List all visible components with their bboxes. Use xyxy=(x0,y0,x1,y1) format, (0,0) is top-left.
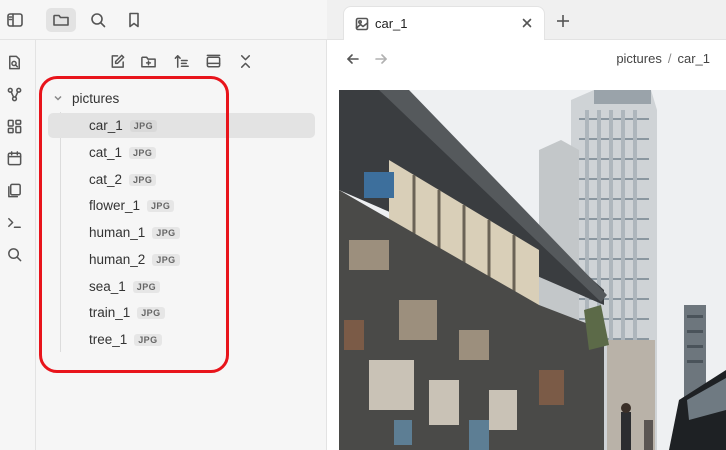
search-icon[interactable] xyxy=(83,8,113,32)
chevron-down-icon xyxy=(52,92,66,104)
file-ext-badge: JPG xyxy=(134,333,162,346)
file-name: cat_1 xyxy=(89,145,123,160)
tab-title: car_1 xyxy=(375,16,408,31)
image-icon xyxy=(355,17,369,31)
file-item-flower-1[interactable]: flower_1 JPG xyxy=(48,193,315,218)
sidebar-toggle-icon[interactable] xyxy=(0,8,30,32)
file-ext-badge: JPG xyxy=(147,199,175,212)
canvas-icon[interactable] xyxy=(4,116,24,136)
file-name: sea_1 xyxy=(89,279,126,294)
graph-view-icon[interactable] xyxy=(4,84,24,104)
command-palette-icon[interactable] xyxy=(4,212,24,232)
tab-bar: car_1 xyxy=(327,0,726,40)
file-ext-badge: JPG xyxy=(137,306,165,319)
file-item-tree-1[interactable]: tree_1 JPG xyxy=(48,327,315,352)
file-item-sea-1[interactable]: sea_1 JPG xyxy=(48,274,315,299)
new-note-icon[interactable] xyxy=(106,50,128,72)
file-ext-badge: JPG xyxy=(152,226,180,239)
file-ext-badge: JPG xyxy=(129,146,157,159)
back-arrow-icon[interactable] xyxy=(344,50,362,68)
forward-arrow-icon[interactable] xyxy=(372,50,390,68)
file-name: flower_1 xyxy=(89,198,141,213)
folder-label: pictures xyxy=(72,90,120,106)
breadcrumb-file: car_1 xyxy=(677,51,710,66)
close-icon[interactable] xyxy=(520,16,534,30)
folder-pictures[interactable]: pictures xyxy=(52,88,119,108)
collapse-all-icon[interactable] xyxy=(202,50,224,72)
ribbon xyxy=(0,40,36,450)
file-item-car-1[interactable]: car_1 JPG xyxy=(48,113,315,138)
breadcrumb-separator: / xyxy=(667,51,672,66)
file-explorer-toolbar xyxy=(36,50,327,72)
left-top-bar xyxy=(0,0,327,40)
file-item-human-1[interactable]: human_1 JPG xyxy=(48,220,315,245)
street-photo xyxy=(339,90,726,450)
file-item-cat-2[interactable]: cat_2 JPG xyxy=(48,167,315,192)
bookmark-icon[interactable] xyxy=(119,8,149,32)
file-ext-badge: JPG xyxy=(132,280,161,293)
folder-icon[interactable] xyxy=(46,8,76,32)
file-ext-badge: JPG xyxy=(129,119,157,132)
sort-icon[interactable] xyxy=(170,50,192,72)
file-name: train_1 xyxy=(89,305,131,320)
file-ext-badge: JPG xyxy=(129,173,157,186)
breadcrumb-folder[interactable]: pictures xyxy=(616,51,662,66)
file-name: cat_2 xyxy=(89,172,123,187)
file-name: car_1 xyxy=(89,118,123,133)
file-name: human_2 xyxy=(89,252,146,267)
daily-note-icon[interactable] xyxy=(4,148,24,168)
breadcrumb: pictures / car_1 xyxy=(616,51,710,66)
file-ext-badge: JPG xyxy=(152,253,180,266)
file-item-cat-1[interactable]: cat_1 JPG xyxy=(48,140,315,165)
image-preview xyxy=(339,90,726,450)
open-quick-switcher-icon[interactable] xyxy=(4,52,24,72)
close-chevrons-icon[interactable] xyxy=(234,50,256,72)
new-tab-icon[interactable] xyxy=(553,11,573,31)
file-explorer: pictures car_1 JPG cat_1 JPG cat_2 JPG f… xyxy=(36,40,327,450)
tab-car-1[interactable]: car_1 xyxy=(343,6,545,40)
search-icon[interactable] xyxy=(4,244,24,264)
file-item-human-2[interactable]: human_2 JPG xyxy=(48,247,315,272)
file-name: human_1 xyxy=(89,225,146,240)
file-item-train-1[interactable]: train_1 JPG xyxy=(48,300,315,325)
templates-icon[interactable] xyxy=(4,180,24,200)
new-folder-icon[interactable] xyxy=(137,50,159,72)
view-header: pictures / car_1 xyxy=(327,40,726,78)
file-name: tree_1 xyxy=(89,332,128,347)
